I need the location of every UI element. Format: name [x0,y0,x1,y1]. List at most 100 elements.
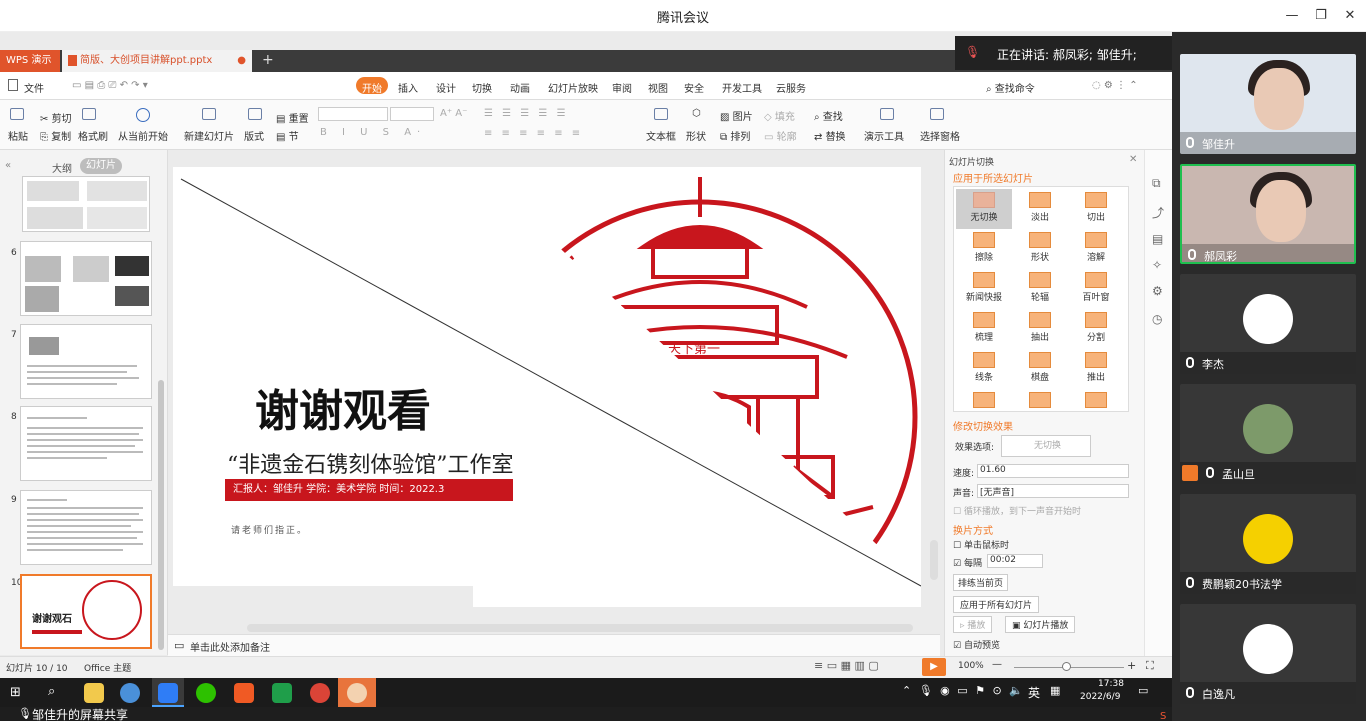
thumbnail-8[interactable] [20,406,152,481]
transition-effect-6[interactable]: 新闻快报 [956,269,1012,309]
font-style-buttons[interactable]: B I U S A· [320,127,426,138]
tray-icons[interactable]: ⌃ 🎙 ◉ ▭ ⚑ ⊙ 🔈 [902,684,1025,697]
menu-tab-6[interactable]: 审阅 [612,80,632,95]
thumbnail-6[interactable] [20,241,152,316]
participant-tile[interactable]: 费鹏颖20书法学 [1180,494,1356,594]
tab-wps-home[interactable]: WPS 演示 [0,50,60,72]
object-icon[interactable]: ▤ [1152,232,1163,246]
thumbnail-7[interactable] [20,324,152,399]
tencent-meeting-taskbar[interactable] [152,678,184,707]
hamburger-icon[interactable] [8,79,18,91]
zoom-in-icon[interactable]: + [1127,659,1136,672]
zoom-slider-knob[interactable] [1062,662,1071,671]
transition-icon[interactable]: ⧉ [1152,176,1161,191]
align-buttons[interactable]: ≡ ≡ ≡ ≡ ≡ ≡ [484,128,583,139]
slideshow-button[interactable]: ▣ 幻灯片播放 [1005,616,1076,633]
thumbnail-5[interactable] [22,176,150,232]
outline-button[interactable]: ▭ 轮廓 [764,128,797,143]
transition-effect-11[interactable]: 分割 [1068,309,1124,349]
transition-effect-3[interactable]: 擦除 [956,229,1012,269]
share-icon[interactable]: ⤴ [1152,204,1164,221]
thumb-scrollbar[interactable] [158,380,164,650]
menu-tab-8[interactable]: 安全 [684,80,704,95]
tab-document[interactable]: 简版、大创项目讲解ppt.pptx ● [62,50,252,72]
transition-effect-9[interactable]: 梳理 [956,309,1012,349]
settings-icon[interactable]: ⚙ [1152,284,1163,298]
browser-icon[interactable] [120,683,140,703]
participant-tile[interactable]: 白逸凡 [1180,604,1356,704]
search-command[interactable]: ⌕ 查找命令 [986,80,1035,95]
select-pane-icon[interactable] [930,108,944,123]
fit-window-icon[interactable]: ⛶ [1146,659,1154,673]
collapse-pane-icon[interactable]: « [5,160,11,171]
effect-option-select[interactable]: 无切换 [1001,435,1091,457]
menu-tab-0[interactable]: 开始 [362,80,382,95]
format-painter-label[interactable]: 格式刷 [78,128,108,143]
from-current-button[interactable]: 从当前开始 [118,128,168,143]
auto-preview-checkbox[interactable]: ☑ 自动预览 [953,638,1000,651]
font-size-select[interactable] [390,107,434,121]
demo-tools-button[interactable]: 演示工具 [864,128,904,143]
on-click-checkbox[interactable]: ☐ 单击鼠标时 [953,538,1009,551]
demo-tools-icon[interactable] [880,108,894,123]
animation-icon[interactable]: ✧ [1152,258,1162,272]
select-pane-button[interactable]: 选择窗格 [920,128,960,143]
apply-all-button[interactable]: 应用于所有幻灯片 [953,596,1040,613]
zoom-out-icon[interactable]: — [992,659,1002,670]
search-icon[interactable]: ⌕ [48,684,55,699]
clock-date[interactable]: 2022/6/9 [1080,692,1120,702]
notification-icon[interactable]: ▭ [1138,684,1148,697]
minimize-icon[interactable]: — [1282,6,1302,26]
shape-button[interactable]: 形状 [686,128,706,143]
transition-effect-10[interactable]: 抽出 [1012,309,1068,349]
fill-button[interactable]: ◇ 填充 [764,108,795,123]
every-input[interactable]: 00:02 [987,554,1043,568]
transition-effect-8[interactable]: 百叶窗 [1068,269,1124,309]
replace-button[interactable]: ⇄ 替换 [814,128,846,143]
copy-button[interactable]: ⎘ 复制 [40,128,71,143]
sound-select[interactable]: [无声音] [977,484,1129,498]
zoom-value[interactable]: 100% [958,661,984,671]
tab-outline[interactable]: 大纲 [52,160,72,175]
transition-effect-7[interactable]: 轮辐 [1012,269,1068,309]
participant-tile[interactable]: 邹佳升 [1180,54,1356,154]
textbox-button[interactable]: 文本框 [646,128,676,143]
menu-tab-2[interactable]: 设计 [436,80,456,95]
menu-tab-7[interactable]: 视图 [648,80,668,95]
transition-effect-4[interactable]: 形状 [1012,229,1068,269]
notes-bar[interactable]: ▭ 单击此处添加备注 [168,634,940,656]
transition-effect-2[interactable]: 切出 [1068,189,1124,229]
history-icon[interactable]: ◷ [1152,312,1162,326]
quick-access-toolbar[interactable]: ▭ ▤ ⎙ ⎚ ↶ ↷ ▾ [72,80,148,91]
maximize-icon[interactable]: ❐ [1311,6,1331,26]
paste-button[interactable] [10,108,24,123]
transition-effect-14[interactable]: 推出 [1068,349,1124,389]
font-size-adjust[interactable]: A⁺ A⁻ [440,108,467,119]
slideshow-play-icon[interactable]: ▶ [922,658,946,676]
participant-tile[interactable]: 郝凤彩 [1180,164,1356,264]
play-button[interactable]: ▹ 播放 [953,616,993,633]
transition-effect-12[interactable]: 线条 [956,349,1012,389]
menu-tab-1[interactable]: 插入 [398,80,418,95]
loop-checkbox[interactable]: ☐ 循环播放，到下一声音开始时 [953,504,1081,517]
clock-time[interactable]: 17:38 [1098,679,1124,689]
shape-icon[interactable]: ⬡ [692,108,701,119]
keyboard-icon[interactable]: ▦ [1050,684,1060,697]
thumbnail-10-selected[interactable]: 谢谢观石 [20,574,152,649]
transition-effect-17[interactable]: 框 [1068,389,1124,411]
font-name-select[interactable] [318,107,388,121]
menu-tab-9[interactable]: 开发工具 [722,80,762,95]
slide-canvas[interactable]: 天下第一 谢谢观看 “非遗金石镌刻体验馆”工作室 汇报人：邹佳升 学院：美术学院… [173,167,921,607]
menu-tab-5[interactable]: 幻灯片放映 [548,80,598,95]
transition-effect-16[interactable]: 立方体 [1012,389,1068,411]
ribbon-right-icons[interactable]: ◌ ⚙ ⋮ ⌃ [1092,80,1138,91]
add-tab-icon[interactable]: + [262,52,274,68]
new-slide-icon[interactable] [202,108,216,123]
participant-tile[interactable]: 李杰 [1180,274,1356,374]
reset-button[interactable]: ▤ 重置 [276,110,309,125]
wps-sheet-icon[interactable] [272,683,292,703]
play-icon[interactable] [136,108,150,122]
participant-tile[interactable]: 孟山旦 [1180,384,1356,484]
textbox-icon[interactable] [654,108,668,123]
layout-button[interactable]: 版式 [244,128,264,143]
